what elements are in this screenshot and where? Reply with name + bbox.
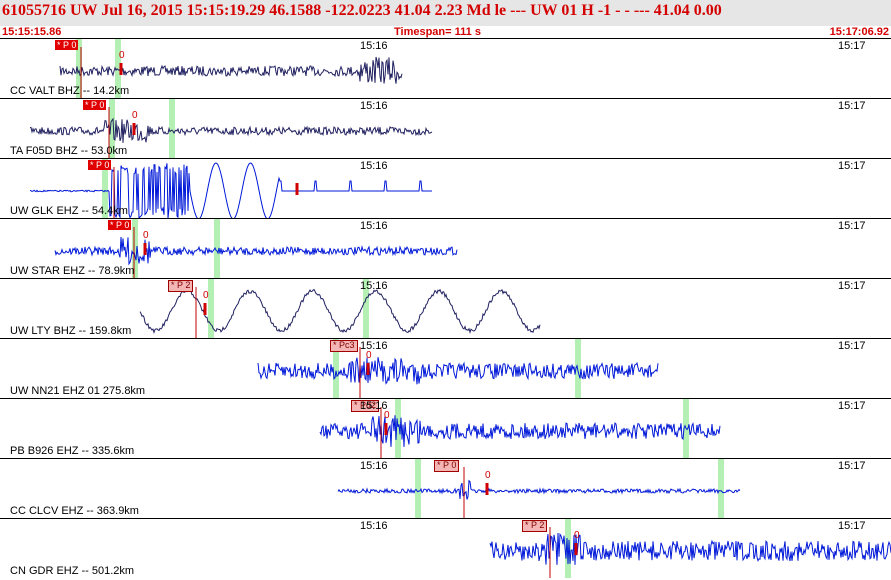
coda-marker bbox=[415, 459, 421, 518]
phase-pick-label[interactable]: * P 2 bbox=[522, 520, 548, 532]
time-tick-label: 15:16 bbox=[360, 400, 388, 412]
coda-marker bbox=[208, 279, 214, 338]
trace-panel[interactable]: * P 0 0 15:16 15:17 TA F05D BHZ -- 53.0km bbox=[0, 98, 891, 158]
pick-weight-label: 0 bbox=[485, 470, 491, 481]
trace-panel[interactable]: * P 0 0 15:16 15:17 CC VALT BHZ -- 14.2km bbox=[0, 38, 891, 98]
waveform-trace bbox=[59, 56, 403, 84]
phase-pick-label[interactable]: * P 0 bbox=[88, 160, 112, 170]
time-tick-label: 15:16 bbox=[360, 340, 388, 352]
amplitude-marker bbox=[119, 63, 123, 75]
phase-pick-label[interactable]: * P 0 bbox=[108, 220, 132, 230]
start-time: 15:15:15.86 bbox=[2, 26, 62, 38]
amplitude-marker bbox=[143, 243, 147, 255]
trace-panel[interactable]: * P 0 15:16 15:17 UW GLK EHZ -- 54.4km bbox=[0, 158, 891, 218]
trace-panel[interactable]: * Pd2 0 15:16 15:17 PB B926 EHZ -- 335.6km bbox=[0, 398, 891, 458]
time-tick-label: 15:17 bbox=[838, 40, 866, 52]
amplitude-marker bbox=[295, 183, 299, 195]
time-tick-label: 15:17 bbox=[838, 400, 866, 412]
time-tick-label: 15:17 bbox=[838, 340, 866, 352]
trace-panel[interactable]: * P 2 0 15:16 15:17 UW LTY BHZ -- 159.8km bbox=[0, 278, 891, 338]
pick-weight-label: 0 bbox=[143, 230, 149, 241]
phase-pick-label[interactable]: * P 0 bbox=[83, 100, 107, 110]
phase-pick-label[interactable]: * P 0 bbox=[434, 460, 460, 472]
channel-label: PB B926 EHZ -- 335.6km bbox=[10, 445, 135, 457]
waveform-trace bbox=[337, 479, 741, 500]
channel-label: UW GLK EHZ -- 54.4km bbox=[10, 205, 128, 217]
end-time: 15:17:06.92 bbox=[829, 26, 889, 38]
channel-label: TA F05D BHZ -- 53.0km bbox=[10, 145, 128, 157]
amplitude-marker bbox=[384, 423, 388, 435]
trace-panel[interactable]: * P 0 0 15:16 15:17 CC CLCV EHZ -- 363.9km bbox=[0, 458, 891, 518]
amplitude-marker bbox=[366, 363, 370, 375]
channel-label: CC VALT BHZ -- 14.2km bbox=[10, 85, 130, 97]
waveform-trace bbox=[319, 415, 721, 447]
waveform-plot bbox=[29, 99, 433, 158]
time-tick-label: 15:16 bbox=[360, 280, 388, 292]
coda-marker bbox=[565, 519, 571, 578]
amplitude-marker bbox=[485, 483, 489, 495]
waveform-plot bbox=[29, 159, 432, 218]
channel-label: UW STAR EHZ -- 78.9km bbox=[10, 265, 135, 277]
time-tick-label: 15:17 bbox=[838, 520, 866, 532]
coda-marker bbox=[718, 459, 724, 518]
event-header: 61055716 UW Jul 16, 2015 15:15:19.29 46.… bbox=[0, 0, 891, 26]
time-tick-label: 15:17 bbox=[838, 280, 866, 292]
time-tick-label: 15:16 bbox=[360, 220, 388, 232]
pick-weight-label: 0 bbox=[203, 290, 209, 301]
channel-label: CC CLCV EHZ -- 363.9km bbox=[10, 505, 139, 517]
time-tick-label: 15:16 bbox=[360, 100, 388, 112]
trace-panel[interactable]: * P 0 0 15:16 15:17 UW STAR EHZ -- 78.9km bbox=[0, 218, 891, 278]
time-tick-label: 15:17 bbox=[838, 100, 866, 112]
time-tick-label: 15:17 bbox=[838, 220, 866, 232]
waveform-trace bbox=[54, 236, 458, 266]
waveform-plot bbox=[59, 39, 403, 98]
time-tick-label: 15:17 bbox=[838, 160, 866, 172]
time-tick-label: 15:16 bbox=[360, 460, 388, 472]
channel-label: CN GDR EHZ -- 501.2km bbox=[10, 565, 135, 577]
pick-weight-label: 0 bbox=[574, 530, 580, 541]
coda-marker bbox=[169, 99, 175, 158]
pick-weight-label: 0 bbox=[119, 50, 125, 61]
channel-label: UW LTY BHZ -- 159.8km bbox=[10, 325, 132, 337]
event-title: 61055716 UW Jul 16, 2015 15:15:19.29 46.… bbox=[2, 2, 722, 19]
time-tick-label: 15:16 bbox=[360, 40, 388, 52]
waveform-trace bbox=[139, 288, 541, 335]
phase-pick-label[interactable]: * P 2 bbox=[168, 280, 194, 292]
time-tick-label: 15:16 bbox=[360, 520, 388, 532]
phase-pick-label[interactable]: * Pc3 bbox=[330, 340, 358, 352]
timespan-label: Timespan= 111 s bbox=[394, 26, 481, 38]
pick-weight-label: 0 bbox=[132, 110, 138, 121]
waveform-trace bbox=[257, 357, 659, 385]
channel-label: UW NN21 EHZ 01 275.8km bbox=[10, 385, 146, 397]
trace-panel[interactable]: * P 2 0 15:16 15:17 CN GDR EHZ -- 501.2km bbox=[0, 518, 891, 578]
time-tick-label: 15:17 bbox=[838, 460, 866, 472]
amplitude-marker bbox=[574, 543, 578, 555]
amplitude-marker bbox=[203, 303, 207, 315]
phase-pick-label[interactable]: * P 0 bbox=[55, 40, 79, 50]
trace-panel[interactable]: * Pc3 0 15:16 15:17 UW NN21 EHZ 01 275.8km bbox=[0, 338, 891, 398]
seismogram-viewer: 61055716 UW Jul 16, 2015 15:15:19.29 46.… bbox=[0, 0, 891, 580]
waveform-trace bbox=[29, 117, 433, 143]
time-tick-label: 15:16 bbox=[360, 160, 388, 172]
waveform-plot bbox=[139, 279, 541, 338]
amplitude-marker bbox=[132, 123, 136, 135]
